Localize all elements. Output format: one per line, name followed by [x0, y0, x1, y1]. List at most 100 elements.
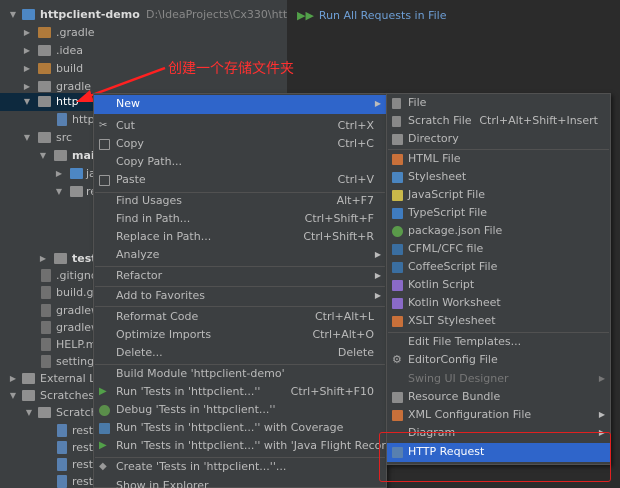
menu-item-cut[interactable]: ✂ Cut Ctrl+X [94, 117, 386, 136]
file-icon [41, 304, 51, 317]
submenu-item-xslt[interactable]: XSLT Stylesheet [387, 312, 610, 331]
submenu-item-stylesheet[interactable]: Stylesheet [387, 168, 610, 187]
menu-item-find-in-path[interactable]: Find in Path... Ctrl+Shift+F [94, 210, 386, 229]
kotlin-icon [392, 298, 403, 309]
expand-arrow-icon[interactable]: ▼ [24, 404, 34, 422]
submenu-item-resource-bundle[interactable]: Resource Bundle [387, 388, 610, 407]
submenu-item-directory[interactable]: Directory [387, 130, 610, 149]
submenu-item-package-json[interactable]: package.json File [387, 222, 610, 241]
submenu-item-cfml[interactable]: CFML/CFC file [387, 240, 610, 259]
collapse-arrow-icon[interactable]: ▶ [8, 370, 18, 388]
menu-item-label: Replace in Path... [116, 230, 212, 243]
menu-item-label: XSLT Stylesheet [408, 314, 496, 327]
menu-shortcut: Ctrl+Shift+F10 [290, 385, 374, 398]
tree-row-label: build.gr [56, 286, 99, 299]
menu-separator [95, 306, 385, 307]
submenu-item-edit-templates[interactable]: Edit File Templates... [387, 333, 610, 352]
menu-item-reformat-code[interactable]: Reformat Code Ctrl+Alt+L [94, 308, 386, 327]
menu-item-label: Optimize Imports [116, 328, 212, 341]
menu-item-label: JavaScript File [408, 188, 486, 201]
collapse-arrow-icon[interactable]: ▶ [22, 60, 32, 78]
expand-arrow-icon[interactable]: ▼ [8, 6, 18, 24]
tree-row-project-root[interactable]: ▼ httpclient-demo D:\IdeaProjects\Cx330\… [0, 6, 320, 24]
submenu-item-xml-config[interactable]: XML Configuration File ▶ [387, 406, 610, 425]
menu-item-label: CFML/CFC file [408, 242, 484, 255]
expand-arrow-icon[interactable]: ▼ [8, 387, 18, 405]
submenu-item-editorconfig[interactable]: ⚙ EditorConfig File [387, 351, 610, 370]
collapse-arrow-icon[interactable]: ▶ [22, 24, 32, 42]
annotation-text: 创建一个存储文件夹 [168, 61, 294, 77]
file-icon [41, 269, 51, 282]
tree-row-label: mai [72, 149, 95, 162]
submenu-item-javascript-file[interactable]: JavaScript File [387, 186, 610, 205]
menu-item-refactor[interactable]: Refactor ▶ [94, 267, 386, 286]
menu-item-optimize-imports[interactable]: Optimize Imports Ctrl+Alt+O [94, 326, 386, 345]
expand-arrow-icon[interactable]: ▼ [38, 147, 48, 165]
submenu-item-html-file[interactable]: HTML File [387, 150, 610, 169]
library-icon [22, 373, 35, 384]
menu-item-paste[interactable]: Paste Ctrl+V [94, 171, 386, 190]
expand-arrow-icon[interactable]: ▼ [22, 93, 32, 111]
collapse-arrow-icon[interactable]: ▶ [54, 165, 64, 183]
submenu-item-typescript-file[interactable]: TypeScript File [387, 204, 610, 223]
expand-arrow-icon[interactable]: ▼ [22, 129, 32, 147]
submenu-arrow-icon: ▶ [374, 250, 381, 259]
menu-item-label: Kotlin Worksheet [408, 296, 501, 309]
menu-item-add-to-favorites[interactable]: Add to Favorites ▶ [94, 287, 386, 306]
ts-file-icon [392, 208, 403, 219]
folder-icon [38, 27, 51, 38]
submenu-item-kotlin-script[interactable]: Kotlin Script [387, 276, 610, 295]
run-all-label: Run All Requests in File [318, 9, 447, 22]
menu-item-run-with-jfr[interactable]: ▶ Run 'Tests in 'httpclient...'' with 'Ja… [94, 437, 407, 456]
folder-icon [38, 132, 51, 143]
copy-icon [99, 139, 110, 150]
folder-icon [54, 253, 67, 264]
menu-item-show-in-explorer[interactable]: Show in Explorer [94, 477, 386, 488]
collapse-arrow-icon[interactable]: ▶ [22, 42, 32, 60]
run-all-requests-link[interactable]: ▶▶ Run All Requests in File [287, 6, 447, 26]
submenu-arrow-icon: ▶ [374, 271, 381, 280]
scratches-icon [22, 390, 35, 401]
menu-item-label: Run 'Tests in 'httpclient...'' [116, 385, 261, 398]
http-file-icon [57, 458, 67, 471]
markdown-file-icon [41, 338, 51, 351]
xslt-icon [392, 316, 403, 327]
source-folder-icon [70, 168, 83, 179]
menu-item-copy[interactable]: Copy Ctrl+C [94, 135, 386, 154]
menu-item-copy-path[interactable]: Copy Path... [94, 153, 386, 172]
js-file-icon [392, 190, 403, 201]
menu-item-label: Find in Path... [116, 212, 191, 225]
cfml-icon [392, 244, 403, 255]
submenu-item-kotlin-worksheet[interactable]: Kotlin Worksheet [387, 294, 610, 313]
menu-item-label: Create 'Tests in 'httpclient...''... [116, 460, 287, 473]
expand-arrow-icon[interactable]: ▼ [54, 183, 64, 201]
menu-item-new[interactable]: New ▶ [94, 95, 386, 114]
menu-shortcut: Ctrl+Alt+O [312, 328, 374, 341]
new-submenu[interactable]: File Scratch File Ctrl+Alt+Shift+Insert D… [386, 93, 611, 465]
npm-icon [392, 226, 403, 237]
menu-item-label: Reformat Code [116, 310, 199, 323]
menu-item-label: Stylesheet [408, 170, 467, 183]
tree-row-label: .idea [56, 44, 84, 57]
menu-item-analyze[interactable]: Analyze ▶ [94, 246, 386, 265]
menu-item-delete[interactable]: Delete... Delete [94, 344, 386, 363]
tree-row-gradle-dir[interactable]: ▶ .gradle [0, 24, 300, 42]
menu-item-find-usages[interactable]: Find Usages Alt+F7 [94, 192, 386, 211]
menu-item-run-tests[interactable]: ▶ Run 'Tests in 'httpclient...'' Ctrl+Shif… [94, 383, 386, 402]
submenu-item-file[interactable]: File [387, 94, 610, 113]
menu-item-create-tests[interactable]: ◆ Create 'Tests in 'httpclient...''... [94, 458, 386, 477]
submenu-item-swing-ui-designer[interactable]: Swing UI Designer ▶ [387, 370, 610, 389]
folder-icon [38, 81, 51, 92]
menu-item-run-with-coverage[interactable]: Run 'Tests in 'httpclient...'' with Cove… [94, 419, 386, 438]
context-menu[interactable]: New ▶ ✂ Cut Ctrl+X Copy Ctrl+C Copy Path... … [93, 93, 407, 488]
tree-row-label: .gitigno [56, 269, 98, 282]
menu-item-build-module[interactable]: Build Module 'httpclient-demo' [94, 365, 386, 384]
submenu-item-scratch-file[interactable]: Scratch File Ctrl+Alt+Shift+Insert [387, 112, 610, 131]
menu-item-label: File [408, 96, 427, 109]
menu-shortcut: Ctrl+X [337, 119, 374, 132]
menu-item-replace-in-path[interactable]: Replace in Path... Ctrl+Shift+R [94, 228, 386, 247]
menu-item-label: Delete... [116, 346, 163, 359]
collapse-arrow-icon[interactable]: ▶ [38, 250, 48, 268]
menu-item-debug-tests[interactable]: Debug 'Tests in 'httpclient...'' [94, 401, 386, 420]
submenu-item-coffeescript[interactable]: CoffeeScript File [387, 258, 610, 277]
